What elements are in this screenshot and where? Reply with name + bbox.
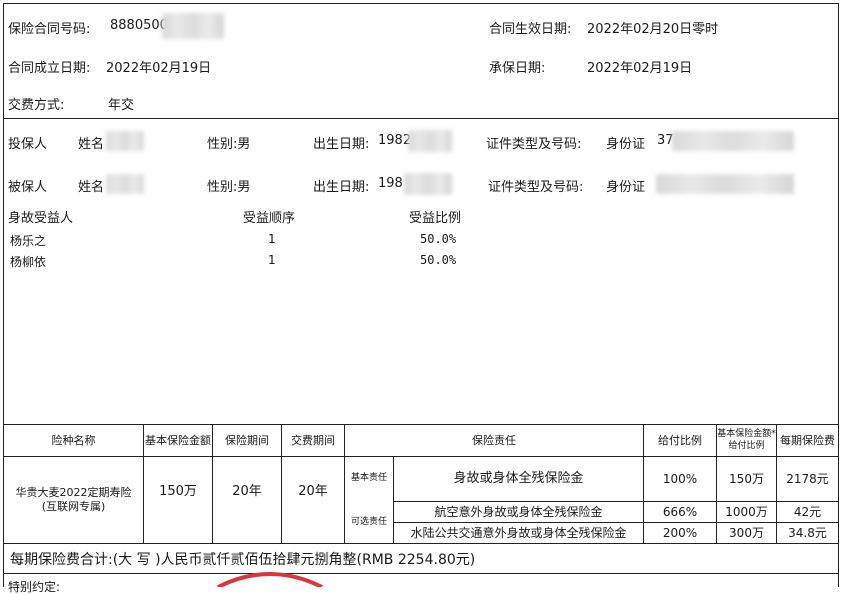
underwrite-date-value: 2022年02月19日: [587, 61, 693, 76]
liability-amount: 300万: [729, 525, 764, 540]
redaction: [404, 173, 452, 195]
liability-ratio: 666%: [662, 504, 698, 519]
beneficiary-name: 杨乐之: [10, 234, 47, 248]
policyholder-name-label: 姓名: [78, 137, 105, 152]
header-payout-amount: 基本保险金额*给付比例: [717, 429, 776, 451]
header-product: 险种名称: [51, 433, 96, 447]
established-date-label: 合同成立日期:: [8, 61, 91, 76]
seal-stamp: [217, 572, 323, 587]
beneficiary-header-name: 身故受益人: [8, 211, 74, 226]
liability-ratio: 200%: [662, 525, 698, 540]
total-bottom: [3, 573, 839, 574]
underwrite-date-label: 承保日期:: [489, 61, 546, 76]
insured-birth-value: 198: [378, 176, 403, 191]
policyholder-id-type: 身份证: [606, 137, 646, 152]
header-insurance-period: 保险期间: [225, 433, 269, 447]
policyholder-role: 投保人: [8, 137, 48, 152]
insured-name-label: 姓名: [78, 180, 105, 195]
header-payout-ratio: 给付比例: [658, 433, 702, 447]
border-left: [3, 3, 4, 587]
policyholder-birth-label: 出生日期:: [313, 137, 370, 152]
header-sum-insured: 基本保险金额: [145, 433, 211, 447]
header-premium: 每期保险费: [780, 433, 835, 447]
beneficiary-name: 杨柳依: [10, 255, 47, 269]
border-right: [838, 3, 839, 587]
optional-liability-label: 可选责任: [350, 516, 387, 527]
insured-role: 被保人: [8, 180, 48, 195]
header-liability: 保险责任: [472, 433, 516, 447]
contract-number-value: 8880500: [110, 18, 168, 33]
liability-name: 身故或身体全残保险金: [453, 470, 584, 486]
policyholder-gender: 性别:男: [207, 137, 251, 152]
liability-premium: 42元: [793, 504, 822, 519]
policyholder-id-label: 证件类型及号码:: [486, 137, 582, 152]
liability-ratio: 100%: [662, 471, 698, 486]
liability-premium: 2178元: [786, 471, 829, 486]
liability-premium: 34.8元: [788, 525, 827, 540]
contract-number-label: 保险合同号码:: [8, 22, 91, 37]
redaction: [106, 174, 144, 194]
effective-date-value: 2022年02月20日零时: [587, 22, 719, 37]
border-top: [3, 3, 839, 4]
redaction: [106, 131, 144, 151]
insured-id-type: 身份证: [606, 180, 646, 195]
table-bottom: [3, 543, 839, 544]
payment-method-value: 年交: [108, 98, 135, 113]
liability-name: 航空意外身故或身体全残保险金: [434, 504, 603, 519]
payment-period: 20年: [298, 483, 328, 499]
insured-id-label: 证件类型及号码:: [488, 180, 584, 195]
liability-name: 水陆公共交通意外身故或身体全残保险金: [410, 525, 627, 540]
effective-date-label: 合同生效日期:: [489, 22, 572, 37]
premium-total: 每期保险费合计:(大 写 )人民币贰仟贰佰伍拾肆元捌角整(RMB 2254.80…: [10, 552, 476, 568]
liability-amount: 1000万: [725, 504, 768, 519]
insured-birth-label: 出生日期:: [313, 180, 370, 195]
basic-liability-label: 基本责任: [350, 473, 387, 484]
redaction: [162, 13, 224, 39]
sum-insured: 150万: [159, 483, 197, 499]
product-name: 华贵大麦2022定期寿险(互联网专属): [15, 486, 132, 513]
redaction: [408, 130, 452, 152]
divider-header: [3, 118, 839, 119]
payment-method-label: 交费方式:: [8, 98, 65, 113]
beneficiary-order: 1: [268, 232, 276, 246]
insured-gender: 性别:男: [207, 180, 251, 195]
liability-amount: 150万: [729, 471, 764, 486]
policyholder-birth-value: 1982: [378, 133, 412, 148]
beneficiary-ratio: 50.0%: [420, 253, 457, 267]
beneficiary-ratio: 50.0%: [420, 232, 457, 246]
beneficiary-header-order: 受益顺序: [243, 211, 296, 226]
beneficiary-order: 1: [268, 253, 276, 267]
header-payment-period: 交费期间: [291, 433, 335, 447]
redaction: [672, 131, 794, 151]
redaction: [656, 174, 794, 194]
established-date-value: 2022年02月19日: [106, 61, 212, 76]
insurance-period: 20年: [232, 483, 262, 499]
beneficiary-header-ratio: 受益比例: [409, 211, 462, 226]
